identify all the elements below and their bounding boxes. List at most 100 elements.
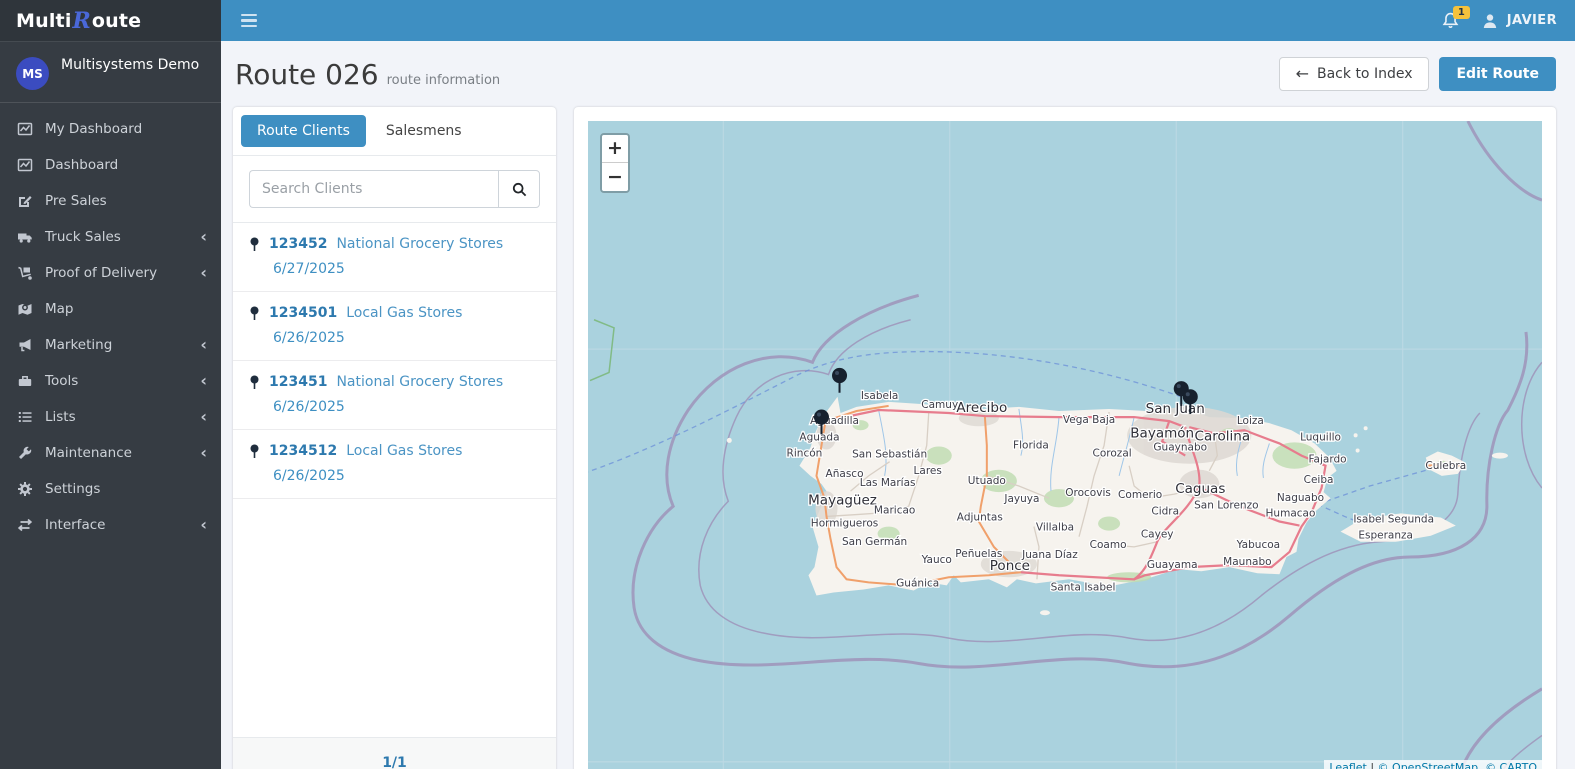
carto-link[interactable]: © CARTO <box>1485 761 1537 769</box>
brand-logo[interactable]: Multi Route <box>0 0 221 41</box>
panel-footer: 1/1 <box>233 737 556 769</box>
sidebar-item-settings[interactable]: Settings <box>0 471 221 507</box>
org-avatar: MS <box>16 57 49 90</box>
client-list-item[interactable]: 123451 National Grocery Stores 6/26/2025 <box>233 361 556 430</box>
map-town-label: Humacao <box>1266 507 1316 519</box>
search-clients-input[interactable] <box>249 170 498 208</box>
map-town-label: Naguabo <box>1277 492 1324 504</box>
list-icon <box>16 409 34 425</box>
map-town-label: Hormigueros <box>811 518 878 530</box>
bullhorn-icon <box>16 337 34 353</box>
dolly-icon <box>16 265 34 281</box>
sidebar-item-lists[interactable]: Lists ‹ <box>0 399 221 435</box>
map-town-label: Camuy <box>921 399 958 411</box>
attribution-separator: | <box>1366 761 1378 769</box>
chevron-left-icon: ‹ <box>200 515 207 534</box>
client-code: 123451 <box>269 374 328 390</box>
chevron-left-icon: ‹ <box>200 407 207 426</box>
menu-toggle-icon[interactable] <box>241 13 257 28</box>
osm-link[interactable]: © OpenStreetMap, <box>1378 761 1482 769</box>
tab-salesmens[interactable]: Salesmens <box>370 115 478 147</box>
map-town-label: Ponce <box>990 558 1030 574</box>
sidebar-item-pre-sales[interactable]: Pre Sales <box>0 183 221 219</box>
user-name: JAVIER <box>1506 13 1557 28</box>
client-date: 6/26/2025 <box>273 330 345 346</box>
sidebar-item-maintenance[interactable]: Maintenance ‹ <box>0 435 221 471</box>
map-town-label: Las Marías <box>860 477 916 489</box>
org-panel[interactable]: MS Multisystems Demo <box>0 41 221 103</box>
brand-text-oute: oute <box>91 9 142 32</box>
map-attribution: Leaflet | © OpenStreetMap, © CARTO <box>1324 760 1542 769</box>
map-zoom-control: + − <box>600 133 630 193</box>
map-town-label: Yabucoa <box>1236 539 1280 551</box>
leaflet-map[interactable]: Isabela Camuy Arecibo Vega Baja Florida Coroz… <box>588 121 1542 769</box>
sidebar-item-label: Pre Sales <box>45 193 107 209</box>
sidebar-item-label: Maintenance <box>45 445 132 461</box>
sidebar-item-marketing[interactable]: Marketing ‹ <box>0 327 221 363</box>
chevron-left-icon: ‹ <box>200 443 207 462</box>
sidebar-item-proof-of-delivery[interactable]: Proof of Delivery ‹ <box>0 255 221 291</box>
map-town-label: Arecibo <box>956 400 1007 416</box>
pagination-indicator: 1/1 <box>382 755 407 769</box>
search-button[interactable] <box>498 170 540 208</box>
notifications-button[interactable]: 1 <box>1442 5 1470 30</box>
user-menu[interactable]: JAVIER <box>1481 12 1557 30</box>
edit-route-button[interactable]: Edit Route <box>1439 57 1556 91</box>
back-button-label: Back to Index <box>1317 66 1413 82</box>
map-town-label: Rincón <box>787 448 823 460</box>
map-town-label: Villalba <box>1036 522 1074 534</box>
client-list-item[interactable]: 1234501 Local Gas Stores 6/26/2025 <box>233 292 556 361</box>
map-icon <box>16 301 34 317</box>
exchange-icon <box>16 517 34 533</box>
panel-tabs: Route Clients Salesmens <box>233 107 556 156</box>
client-list-item[interactable]: 123452 National Grocery Stores 6/27/2025 <box>233 223 556 292</box>
sidebar-item-truck-sales[interactable]: Truck Sales ‹ <box>0 219 221 255</box>
map-town-label: Culebra <box>1425 460 1466 472</box>
sidebar-item-map[interactable]: Map <box>0 291 221 327</box>
client-list-item[interactable]: 1234512 Local Gas Stores 6/26/2025 <box>233 430 556 499</box>
zoom-in-button[interactable]: + <box>602 135 628 163</box>
client-code: 1234501 <box>269 305 338 321</box>
client-code: 1234512 <box>269 443 338 459</box>
map-town-label: Yauco <box>921 554 952 566</box>
client-name: Local Gas Stores <box>346 305 463 321</box>
sidebar-item-my-dashboard[interactable]: My Dashboard <box>0 111 221 147</box>
sidebar-item-label: Map <box>45 301 74 317</box>
zoom-out-button[interactable]: − <box>602 163 628 191</box>
app-root: Multi Route MS Multisystems Demo My Dashb… <box>0 0 1575 769</box>
client-list: 123452 National Grocery Stores 6/27/2025… <box>233 223 556 737</box>
map-town-label: San Sebastián <box>852 449 927 461</box>
map-pin-icon <box>250 237 259 251</box>
route-clients-panel: Route Clients Salesmens 12345 <box>233 107 556 769</box>
back-to-index-button[interactable]: ← Back to Index <box>1278 57 1430 91</box>
sidebar-item-interface[interactable]: Interface ‹ <box>0 507 221 543</box>
tab-route-clients[interactable]: Route Clients <box>241 115 366 147</box>
sidebar-item-dashboard[interactable]: Dashboard <box>0 147 221 183</box>
map-town-label: Isabela <box>861 390 899 402</box>
brand-text-r: R <box>72 7 91 34</box>
search-icon <box>512 182 526 196</box>
map-pin-icon <box>250 375 259 389</box>
map-town-label: Loiza <box>1237 415 1264 427</box>
map-town-label: Vega Baja <box>1063 414 1115 426</box>
map-town-label: Ceiba <box>1304 474 1334 486</box>
client-name: Local Gas Stores <box>346 443 463 459</box>
map-town-label: Maunabo <box>1223 556 1271 568</box>
map-pin[interactable] <box>832 367 848 393</box>
chevron-left-icon: ‹ <box>200 371 207 390</box>
sidebar-item-label: Lists <box>45 409 76 425</box>
chart-icon <box>16 121 34 137</box>
client-date: 6/26/2025 <box>273 399 345 415</box>
map-town-label: Aguada <box>799 431 839 443</box>
client-search <box>233 156 556 223</box>
map-town-label: Caguas <box>1175 481 1225 497</box>
map-panel: Isabela Camuy Arecibo Vega Baja Florida Coroz… <box>574 107 1556 769</box>
wrench-icon <box>16 445 34 461</box>
sidebar-item-tools[interactable]: Tools ‹ <box>0 363 221 399</box>
map-town-label: Jayuya <box>1003 493 1039 505</box>
map-town-label: Guánica <box>896 577 939 589</box>
map-town-label: Guayama <box>1147 559 1198 571</box>
leaflet-link[interactable]: Leaflet <box>1329 761 1366 769</box>
truck-icon <box>16 229 34 245</box>
map-pin-icon <box>250 444 259 458</box>
